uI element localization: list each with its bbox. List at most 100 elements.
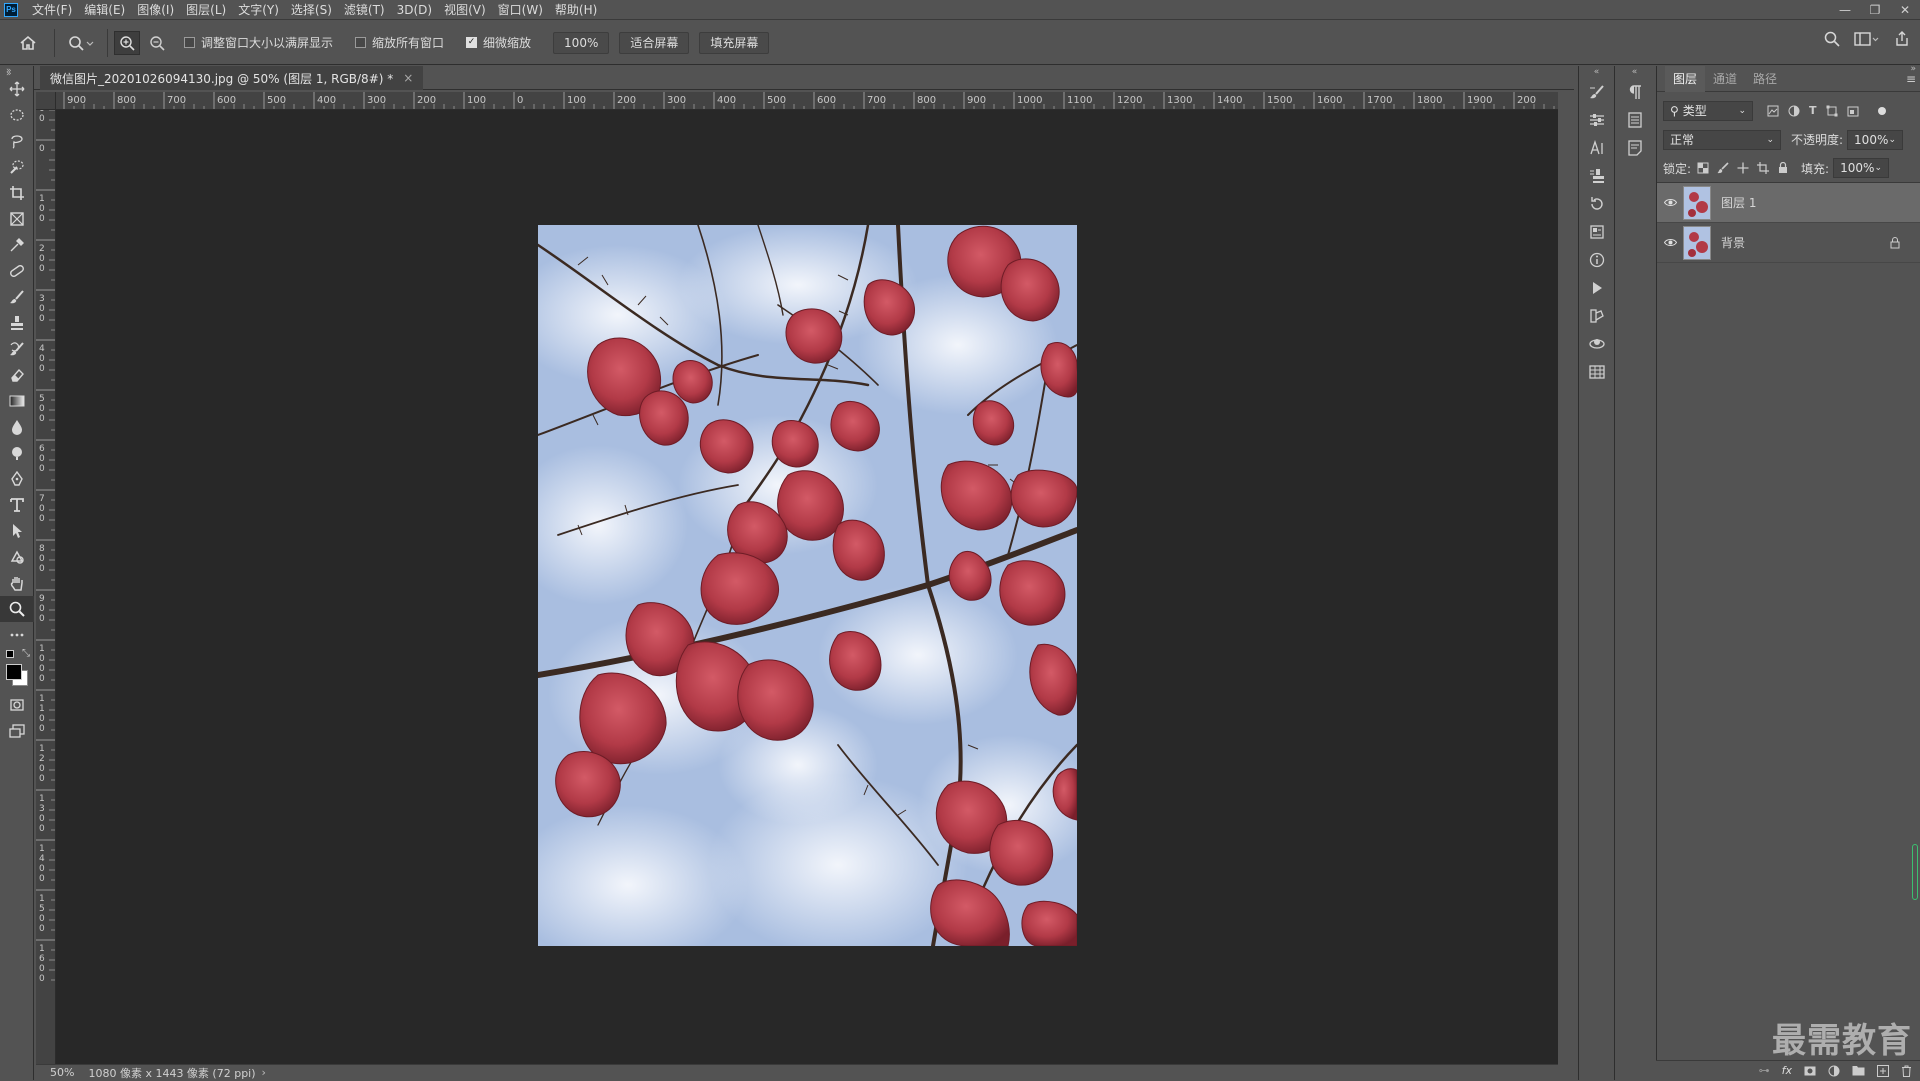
zoom-all-windows-checkbox[interactable]: 缩放所有窗口 bbox=[355, 34, 444, 51]
workspace-icon[interactable] bbox=[1854, 31, 1880, 47]
fit-screen-button[interactable]: 适合屏幕 bbox=[619, 31, 690, 54]
filter-pixel-icon[interactable] bbox=[1767, 105, 1779, 117]
zoom-tool-icon[interactable] bbox=[0, 596, 34, 622]
frame-tool-icon[interactable] bbox=[0, 206, 34, 232]
document-image[interactable] bbox=[538, 225, 1077, 946]
lasso-tool-icon[interactable] bbox=[0, 128, 34, 154]
menu-3d[interactable]: 3D(D) bbox=[391, 0, 438, 20]
crop-tool-icon[interactable] bbox=[0, 180, 34, 206]
lock-brush-icon[interactable] bbox=[1717, 162, 1729, 174]
zoom-tool-preset-icon[interactable] bbox=[61, 35, 101, 51]
layer-comps-icon[interactable] bbox=[1615, 106, 1655, 134]
minimize-icon[interactable]: — bbox=[1830, 0, 1860, 20]
menu-help[interactable]: 帮助(H) bbox=[549, 0, 603, 20]
lock-icon[interactable] bbox=[1890, 236, 1900, 249]
visibility-eye-icon[interactable] bbox=[1657, 238, 1683, 247]
layer-row[interactable]: 背景 bbox=[1657, 223, 1920, 263]
stamp-tool-icon[interactable] bbox=[0, 310, 34, 336]
character-icon[interactable] bbox=[1579, 134, 1615, 162]
filter-shape-icon[interactable] bbox=[1826, 105, 1838, 117]
blur-tool-icon[interactable] bbox=[0, 414, 34, 440]
checkbox-box[interactable] bbox=[184, 37, 195, 48]
home-icon[interactable] bbox=[8, 35, 48, 51]
lock-artboard-icon[interactable] bbox=[1757, 162, 1770, 174]
link-layers-icon[interactable]: ⊶ bbox=[1759, 1064, 1770, 1077]
adjustment-layer-icon[interactable] bbox=[1828, 1065, 1840, 1077]
opacity-input[interactable]: 100% ⌄ bbox=[1847, 129, 1904, 150]
close-window-icon[interactable]: ✕ bbox=[1890, 0, 1920, 20]
pen-tool-icon[interactable] bbox=[0, 466, 34, 492]
quick-select-tool-icon[interactable] bbox=[0, 154, 34, 180]
type-tool-icon[interactable] bbox=[0, 492, 34, 518]
filter-type-icon[interactable]: T bbox=[1809, 104, 1817, 117]
more-tools-icon[interactable] bbox=[0, 622, 34, 648]
scrubby-zoom-checkbox[interactable]: ✓ 细微缩放 bbox=[466, 34, 531, 51]
layer-row[interactable]: 图层 1 bbox=[1657, 183, 1920, 223]
marquee-tool-icon[interactable] bbox=[0, 102, 34, 128]
menu-window[interactable]: 窗口(W) bbox=[492, 0, 549, 20]
add-mask-icon[interactable] bbox=[1804, 1065, 1816, 1077]
paragraph-icon[interactable] bbox=[1615, 78, 1655, 106]
quick-mask-icon[interactable] bbox=[0, 692, 34, 718]
table-icon[interactable] bbox=[1579, 358, 1615, 386]
filter-toggle-icon[interactable] bbox=[1876, 105, 1888, 117]
delete-layer-icon[interactable] bbox=[1901, 1065, 1912, 1077]
lock-transparent-icon[interactable] bbox=[1697, 162, 1709, 174]
collapse-icon[interactable]: « bbox=[1579, 66, 1614, 78]
dodge-tool-icon[interactable] bbox=[0, 440, 34, 466]
resize-windows-checkbox[interactable]: 调整窗口大小以满屏显示 bbox=[184, 34, 333, 51]
brush-tool-icon[interactable] bbox=[0, 284, 34, 310]
actions-play-icon[interactable] bbox=[1579, 274, 1615, 302]
share-icon[interactable] bbox=[1894, 31, 1910, 47]
checkbox-checked-icon[interactable]: ✓ bbox=[466, 37, 478, 48]
gradient-tool-icon[interactable] bbox=[0, 388, 34, 414]
horizontal-ruler[interactable]: 900 800 700 600 500 400 300 200 100 0 100 200 300 400… bbox=[56, 92, 1558, 110]
3d-icon[interactable] bbox=[1579, 330, 1615, 358]
swap-colors-icon[interactable]: ⤡ bbox=[22, 648, 30, 659]
checkbox-box[interactable] bbox=[355, 37, 367, 48]
info-arrow-icon[interactable]: › bbox=[262, 1066, 266, 1079]
canvas-area[interactable] bbox=[56, 110, 1558, 1065]
collapse-icon[interactable]: » bbox=[6, 69, 12, 79]
lock-position-icon[interactable] bbox=[1737, 162, 1749, 174]
menu-select[interactable]: 选择(S) bbox=[285, 0, 338, 20]
layer-name[interactable]: 图层 1 bbox=[1721, 194, 1756, 211]
menu-image[interactable]: 图像(I) bbox=[131, 0, 180, 20]
fx-icon[interactable]: fx bbox=[1782, 1064, 1792, 1077]
zoom-out-icon[interactable] bbox=[144, 35, 170, 51]
layer-name[interactable]: 背景 bbox=[1721, 234, 1745, 251]
vertical-ruler[interactable]: 1000100200300400500600700800900100011001… bbox=[36, 110, 56, 1065]
search-icon[interactable] bbox=[1824, 31, 1840, 47]
history-brush-tool-icon[interactable] bbox=[0, 336, 34, 362]
menu-layer[interactable]: 图层(L) bbox=[180, 0, 232, 20]
collapse-icon[interactable]: « bbox=[1615, 66, 1654, 78]
tab-layers[interactable]: 图层 bbox=[1665, 65, 1706, 92]
filter-adjustment-icon[interactable] bbox=[1788, 105, 1800, 117]
swatches-icon[interactable] bbox=[1579, 302, 1615, 330]
group-folder-icon[interactable] bbox=[1852, 1065, 1865, 1076]
menu-edit[interactable]: 编辑(E) bbox=[78, 0, 131, 20]
collapse-icon[interactable]: » bbox=[0, 66, 33, 76]
path-selection-tool-icon[interactable] bbox=[0, 518, 34, 544]
history-icon[interactable] bbox=[1579, 190, 1615, 218]
menu-type[interactable]: 文字(Y) bbox=[232, 0, 285, 20]
info-icon[interactable] bbox=[1579, 246, 1615, 274]
tab-paths[interactable]: 路径 bbox=[1745, 66, 1785, 92]
zoom-in-icon[interactable] bbox=[114, 30, 140, 55]
menu-file[interactable]: 文件(F) bbox=[26, 0, 78, 20]
zoom-100-button[interactable]: 100% bbox=[553, 31, 610, 54]
document-tab[interactable]: 微信图片_20201026094130.jpg @ 50% (图层 1, RGB… bbox=[40, 66, 424, 90]
collapse-icon[interactable]: » bbox=[1910, 64, 1916, 74]
default-colors-icon[interactable] bbox=[6, 650, 14, 658]
layer-filter-select[interactable]: ⚲ 类型 ⌄ bbox=[1663, 100, 1753, 121]
foreground-color-swatch[interactable] bbox=[6, 664, 22, 680]
move-tool-icon[interactable] bbox=[0, 76, 34, 102]
hand-tool-icon[interactable] bbox=[0, 570, 34, 596]
visibility-eye-icon[interactable] bbox=[1657, 198, 1683, 207]
restore-icon[interactable]: ❐ bbox=[1860, 0, 1890, 20]
menu-filter[interactable]: 滤镜(T) bbox=[338, 0, 391, 20]
ruler-origin[interactable] bbox=[36, 92, 56, 110]
menu-view[interactable]: 视图(V) bbox=[438, 0, 492, 20]
fill-input[interactable]: 100% ⌄ bbox=[1833, 158, 1890, 178]
filter-smart-object-icon[interactable] bbox=[1847, 105, 1859, 117]
